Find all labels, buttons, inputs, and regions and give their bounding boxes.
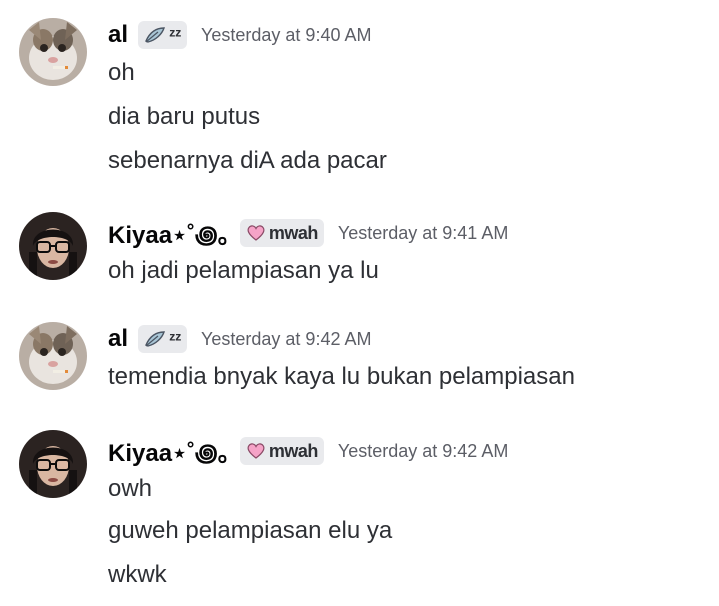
avatar-al[interactable]: [19, 322, 87, 390]
guild-tag[interactable]: mwah: [239, 219, 324, 247]
guild-tag[interactable]: ᶻᶻ: [138, 325, 188, 353]
feather-icon: [145, 331, 165, 347]
username[interactable]: Kiyaa⋆˚꩜｡: [108, 433, 230, 470]
message-text: sebenarnya diA ada pacar: [108, 147, 387, 174]
message-text: dia baru putus: [108, 103, 261, 130]
cat-avatar-icon: [19, 18, 87, 86]
timestamp[interactable]: Yesterday at 9:41 AM: [338, 223, 508, 244]
girl-avatar-icon: [19, 430, 87, 498]
heart-icon: [247, 225, 265, 241]
feather-icon: [145, 27, 165, 43]
guild-tag-label: mwah: [268, 222, 319, 243]
message-header: Kiyaa⋆˚꩜｡ mwah Yesterday at 9:41 AM: [108, 216, 508, 250]
message-text: oh: [108, 59, 135, 86]
heart-icon: [247, 443, 265, 459]
avatar-kiyaa[interactable]: [19, 430, 87, 498]
message-text: oh jadi pelampiasan ya lu: [108, 257, 379, 284]
girl-avatar-icon: [19, 212, 87, 280]
avatar-kiyaa[interactable]: [19, 212, 87, 280]
message-header: al ᶻᶻ Yesterday at 9:40 AM: [108, 18, 371, 52]
username[interactable]: al: [108, 325, 128, 353]
guild-tag[interactable]: ᶻᶻ: [138, 21, 188, 49]
timestamp[interactable]: Yesterday at 9:42 AM: [338, 441, 508, 462]
avatar-al[interactable]: [19, 18, 87, 86]
message-text: wkwk: [108, 561, 167, 588]
guild-tag-label: mwah: [268, 440, 319, 461]
username[interactable]: al: [108, 21, 128, 49]
guild-tag-label: ᶻᶻ: [169, 328, 182, 349]
guild-tag-label: ᶻᶻ: [169, 24, 182, 45]
message-header: al ᶻᶻ Yesterday at 9:42 AM: [108, 322, 371, 356]
guild-tag[interactable]: mwah: [239, 437, 324, 465]
timestamp[interactable]: Yesterday at 9:42 AM: [201, 329, 371, 350]
timestamp[interactable]: Yesterday at 9:40 AM: [201, 25, 371, 46]
message-text: guweh pelampiasan elu ya: [108, 517, 393, 544]
message-text: temendia bnyak kaya lu bukan pelampiasan: [108, 363, 575, 390]
username[interactable]: Kiyaa⋆˚꩜｡: [108, 215, 230, 252]
message-text: owh: [108, 475, 153, 502]
message-header: Kiyaa⋆˚꩜｡ mwah Yesterday at 9:42 AM: [108, 434, 508, 468]
cat-avatar-icon: [19, 322, 87, 390]
